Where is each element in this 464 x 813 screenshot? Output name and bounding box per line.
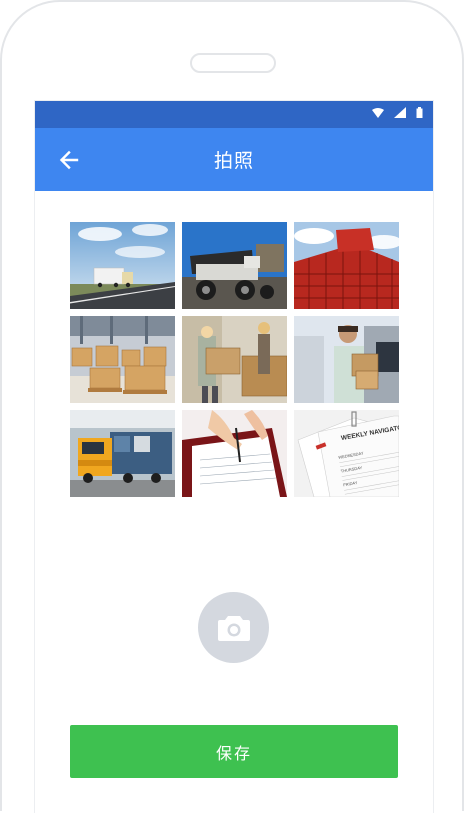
delivery-man-photo [294,316,399,403]
dump-truck-photo [182,222,287,309]
app-bar: 拍照 [35,128,433,191]
photo-thumbnail[interactable] [182,410,287,497]
photo-thumbnail[interactable]: WEEKLY NAVIGATOR WEDNESDAY THURSDAY FRID… [294,410,399,497]
photo-thumbnail[interactable] [70,410,175,497]
status-bar [35,101,433,128]
page-title: 拍照 [213,150,254,172]
navigator-papers-photo: WEEKLY NAVIGATOR WEDNESDAY THURSDAY FRID… [294,410,399,497]
warehouse-photo [70,316,175,403]
photo-thumbnail[interactable] [70,222,175,309]
phone-speaker [190,53,276,73]
photo-thumbnail[interactable] [70,316,175,403]
camera-icon [217,615,250,641]
photo-thumbnail[interactable] [294,222,399,309]
app-screen: 拍照 WEEKLY NAVIGATOR WEDNESDAY THURSDAY F… [35,101,433,813]
photo-thumbnail[interactable] [294,316,399,403]
truck-highway-photo [70,222,175,309]
signal-icon [394,107,406,118]
wifi-icon [372,107,384,118]
save-button[interactable]: 保存 [70,725,398,778]
photo-grid: WEEKLY NAVIGATOR WEDNESDAY THURSDAY FRID… [70,222,399,497]
phone-frame: 拍照 WEEKLY NAVIGATOR WEDNESDAY THURSDAY F… [0,0,464,813]
camera-button[interactable] [198,592,269,663]
signing-document-photo [182,410,287,497]
workers-boxes-photo [182,316,287,403]
yellow-truck-photo [70,410,175,497]
photo-thumbnail[interactable] [182,222,287,309]
red-crates-photo [294,222,399,309]
photo-thumbnail[interactable] [182,316,287,403]
battery-icon [416,107,423,118]
